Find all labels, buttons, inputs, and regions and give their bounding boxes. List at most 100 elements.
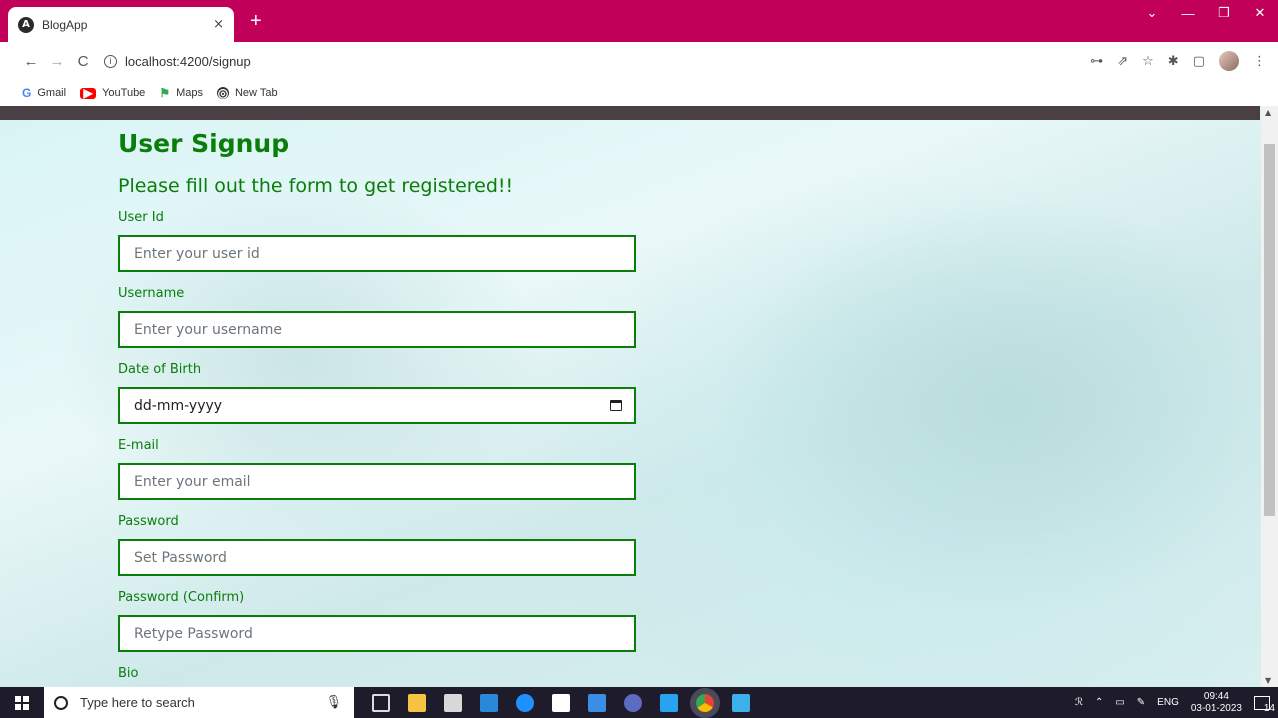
system-tray: ℛ ⌃ ▭ ✎ ENG 09:44 03-01-2023 14 — [1075, 687, 1275, 718]
share-icon[interactable]: ⇗ — [1117, 54, 1128, 69]
scroll-up-arrow-icon[interactable]: ▲ — [1265, 108, 1271, 117]
windows-logo-icon — [15, 695, 29, 710]
new-tab-button[interactable]: + — [250, 11, 262, 31]
dob-value: dd-mm-yyyy — [134, 397, 223, 414]
username-input[interactable] — [118, 311, 636, 348]
windows-taskbar: Type here to search 🎙 ℛ ⌃ ▭ ✎ ENG 09:44 … — [0, 687, 1278, 718]
user-id-input[interactable] — [118, 235, 636, 272]
language-indicator[interactable]: ENG — [1157, 697, 1179, 708]
photos-icon[interactable] — [732, 693, 750, 712]
people-icon[interactable]: ℛ — [1075, 697, 1083, 708]
bookmark-label: Maps — [176, 87, 203, 99]
microphone-icon[interactable]: 🎙 — [325, 695, 342, 710]
user-id-group: User Id — [118, 210, 638, 272]
task-view-icon[interactable] — [372, 693, 390, 712]
tab-blogapp[interactable]: A BlogApp × — [8, 7, 234, 42]
page-scrollbar[interactable]: ▲ ▼ — [1261, 106, 1278, 687]
email-group: E-mail — [118, 438, 638, 500]
browser-toolbar: ← → C i localhost:4200/signup ⊶ ⇗ ☆ ✱ ▢ … — [0, 42, 1278, 80]
username-label: Username — [118, 286, 185, 301]
clock-date: 03-01-2023 — [1190, 702, 1242, 714]
tray-chevron-icon[interactable]: ⌃ — [1095, 697, 1103, 708]
star-icon[interactable]: ☆ — [1142, 54, 1154, 69]
extensions-icon[interactable]: ✱ — [1168, 54, 1179, 69]
password-confirm-group: Password (Confirm) — [118, 590, 638, 652]
maps-icon: ⚑ — [159, 86, 171, 100]
notepad-icon[interactable] — [552, 693, 570, 712]
battery-icon[interactable]: ▭ — [1115, 697, 1124, 708]
toolbar-actions: ⊶ ⇗ ☆ ✱ ▢ ⋮ — [1090, 51, 1266, 71]
bookmark-label: YouTube — [102, 87, 146, 99]
menu-icon[interactable]: ⋮ — [1253, 54, 1266, 69]
scroll-thumb[interactable] — [1264, 144, 1275, 516]
bio-label: Bio — [118, 666, 139, 681]
youtube-icon: ▶ — [80, 86, 97, 100]
bookmark-maps[interactable]: ⚑ Maps — [159, 86, 203, 100]
bookmark-gmail[interactable]: G Gmail — [22, 86, 66, 100]
form-subtitle: Please fill out the form to get register… — [118, 175, 514, 197]
taskbar-search-placeholder: Type here to search — [80, 695, 195, 710]
bookmark-label: Gmail — [37, 87, 67, 99]
start-button[interactable] — [0, 687, 44, 718]
password-label: Password — [118, 514, 179, 529]
page-header-strip — [0, 106, 1260, 120]
chrome-icon[interactable] — [696, 693, 714, 712]
signup-form: User Signup Please fill out the form to … — [118, 128, 638, 687]
store-icon[interactable] — [444, 693, 462, 712]
bookmarks-bar: G Gmail ▶ YouTube ⚑ Maps ◎ New Tab — [0, 80, 1278, 106]
notification-icon[interactable]: 14 — [1254, 695, 1275, 714]
reload-button[interactable]: C — [72, 53, 94, 70]
new-tab-icon: ◎ — [216, 86, 229, 100]
window-controls: ⌄ — ❐ ✕ — [1134, 0, 1278, 30]
minimize-button[interactable]: — — [1170, 0, 1206, 26]
url-text[interactable]: localhost:4200/signup — [125, 54, 251, 69]
google-icon: G — [22, 86, 32, 100]
clock[interactable]: 09:44 03-01-2023 — [1191, 691, 1242, 715]
dob-input[interactable]: dd-mm-yyyy — [118, 387, 636, 424]
bookmark-label: New Tab — [234, 87, 278, 99]
user-id-label: User Id — [118, 210, 164, 225]
dob-group: Date of Birth dd-mm-yyyy — [118, 362, 638, 424]
sidepanel-icon[interactable]: ▢ — [1193, 54, 1205, 69]
notification-count: 14 — [1263, 702, 1275, 714]
email-input[interactable] — [118, 463, 636, 500]
page-title: User Signup — [118, 129, 290, 158]
vscode-icon[interactable] — [660, 693, 678, 712]
scroll-down-arrow-icon[interactable]: ▼ — [1265, 676, 1271, 685]
username-group: Username — [118, 286, 638, 348]
eclipse-icon[interactable] — [624, 693, 642, 712]
angular-favicon-icon: A — [18, 16, 34, 33]
bio-group: Bio — [118, 666, 638, 687]
calendar-icon[interactable] — [610, 400, 622, 411]
password-confirm-input[interactable] — [118, 615, 636, 652]
taskbar-search[interactable]: Type here to search 🎙 — [44, 687, 354, 718]
page-viewport: User Signup Please fill out the form to … — [0, 106, 1278, 687]
bookmark-new-tab[interactable]: ◎ New Tab — [216, 86, 278, 100]
taskbar-apps — [372, 693, 750, 712]
bookmark-youtube[interactable]: ▶ YouTube — [80, 86, 146, 100]
restore-button[interactable]: ❐ — [1206, 0, 1242, 26]
file-explorer-icon[interactable] — [408, 693, 426, 712]
address-bar[interactable]: i localhost:4200/signup — [104, 47, 1144, 75]
tab-close-icon[interactable]: × — [213, 17, 224, 32]
pen-icon[interactable]: ✎ — [1137, 697, 1145, 708]
clock-time: 09:44 — [1203, 690, 1229, 702]
forward-button[interactable]: → — [46, 53, 68, 70]
browser-tab-strip: A BlogApp × + ⌄ — ❐ ✕ — [0, 0, 1278, 42]
site-info-icon[interactable]: i — [104, 54, 117, 68]
profile-icon[interactable] — [1219, 51, 1239, 71]
password-confirm-label: Password (Confirm) — [118, 590, 245, 605]
tab-title: BlogApp — [42, 17, 88, 32]
key-icon[interactable]: ⊶ — [1090, 54, 1103, 69]
password-input[interactable] — [118, 539, 636, 576]
cortana-icon — [54, 695, 68, 710]
password-group: Password — [118, 514, 638, 576]
email-label: E-mail — [118, 438, 159, 453]
close-window-button[interactable]: ✕ — [1242, 0, 1278, 26]
dob-label: Date of Birth — [118, 362, 202, 377]
tab-search-dropdown-icon[interactable]: ⌄ — [1134, 0, 1170, 26]
mail-icon[interactable] — [480, 693, 498, 712]
edge-icon[interactable] — [516, 693, 534, 712]
app-icon[interactable] — [588, 693, 606, 712]
back-button[interactable]: ← — [20, 53, 42, 70]
